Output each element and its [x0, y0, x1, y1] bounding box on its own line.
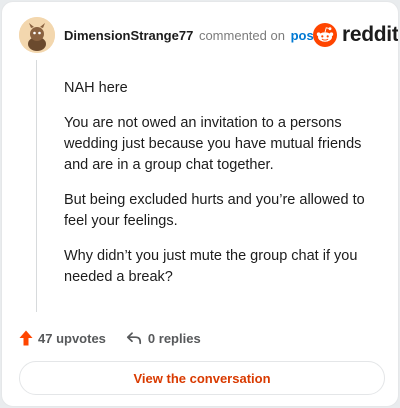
comment-attribution: DimensionStrange77 commented on post — [64, 28, 318, 44]
reply-button[interactable]: 0 replies — [126, 331, 201, 346]
comment-body: NAH here You are not owed an invitation … — [64, 78, 374, 302]
comment-card: DimensionStrange77 commented on post red… — [1, 1, 399, 407]
reddit-wordmark: reddit — [342, 23, 399, 46]
username[interactable]: DimensionStrange77 — [64, 28, 193, 43]
reddit-snoo-icon — [313, 23, 337, 47]
reddit-logo[interactable]: reddit — [313, 23, 399, 47]
avatar[interactable] — [19, 17, 55, 53]
reply-count: 0 replies — [147, 330, 201, 346]
view-conversation-button[interactable]: View the conversation — [19, 361, 385, 395]
comment-paragraph: NAH here — [64, 80, 128, 96]
avatar-icon — [19, 17, 55, 53]
comment-paragraph: You are not owed an invitation to a pers… — [64, 115, 362, 173]
upvote-arrow-icon — [19, 330, 33, 346]
comment-actions: 47 upvotes 0 replies — [19, 328, 201, 348]
comment-header: DimensionStrange77 commented on post red… — [2, 2, 398, 66]
commented-on-text: commented on — [198, 28, 285, 43]
upvote-count: 47 upvotes — [38, 330, 106, 346]
upvote-button[interactable]: 47 upvotes — [19, 330, 106, 346]
comment-paragraph: Why didn’t you just mute the group chat … — [64, 248, 358, 285]
thread-line — [36, 60, 37, 312]
reply-icon — [126, 332, 141, 345]
comment-paragraph: But being excluded hurts and you’re allo… — [64, 192, 365, 229]
